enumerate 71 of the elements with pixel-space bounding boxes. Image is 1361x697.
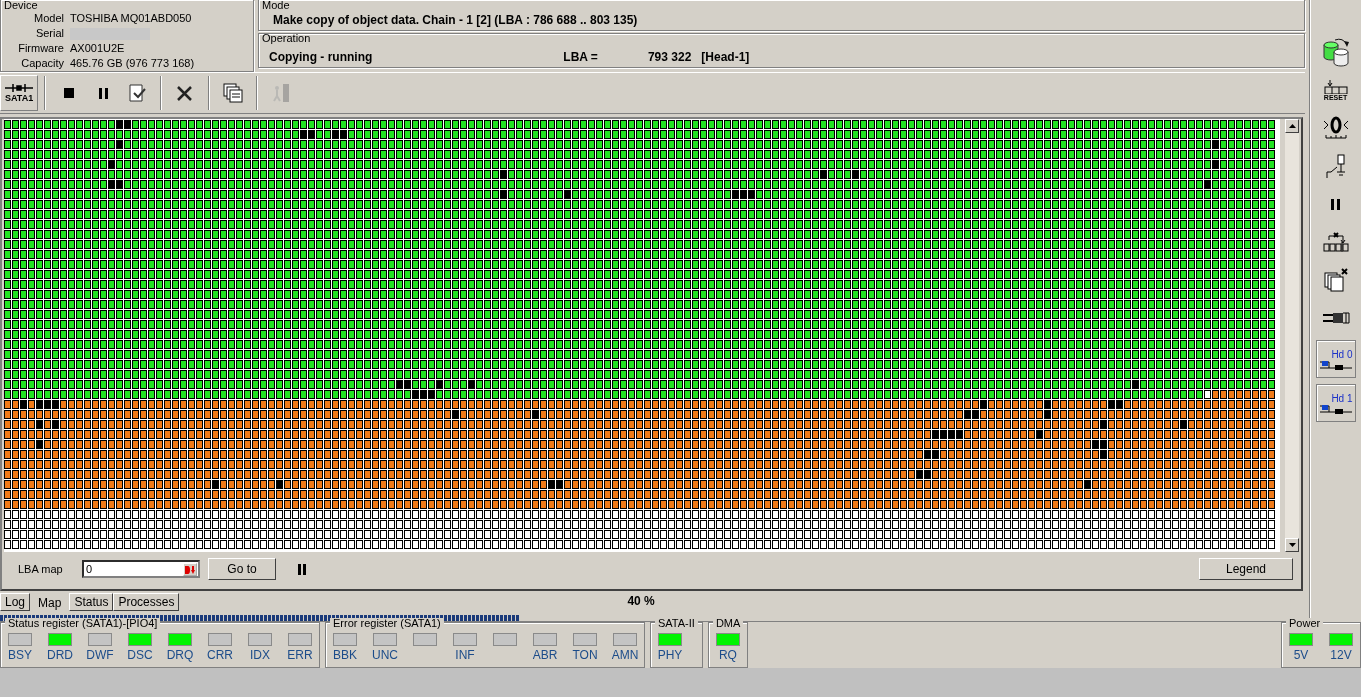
scroll-up-icon[interactable] [1288,124,1296,128]
indicator-label: BBK [333,648,357,662]
indicator-label: DSC [127,648,153,662]
indicator-label: BSY [8,648,32,662]
indicator-label: CRR [207,648,233,662]
mode-text: Make copy of object data. Chain - 1 [2] (LBA : 786 688 .. 803 135) [272,12,639,27]
field-label: Firmware [17,41,64,56]
toolbar-button[interactable] [1321,36,1350,68]
scroll-down-icon[interactable] [1288,543,1296,547]
pause-icon [1331,198,1340,210]
pages-icon [1323,268,1348,292]
document-check-icon [127,83,148,103]
group-title: SATA-II [655,618,698,629]
pause-icon[interactable] [298,563,306,575]
drive-head-icon [1318,403,1353,414]
indicator-label: ERR [287,648,313,662]
head-text: [Head-1] [701,50,750,64]
lba-input-field[interactable]: 0 [82,560,200,578]
indicator-label: ABR [532,648,558,662]
indicator-label: AMN [611,648,639,662]
lba-value: 793 322 [646,50,692,64]
field-label: Serial [34,26,64,41]
field-label: Model [33,11,64,26]
field-value: AX001U2E [70,41,126,56]
dropdown-arrow-icon[interactable] [185,565,195,574]
tab[interactable]: Processes [113,593,180,611]
group-title: Power [1286,618,1324,629]
windows-icon [223,83,244,103]
indicator-label: UNC [372,648,398,662]
indicator-label: DRD [47,648,73,662]
head-button[interactable]: Hd 0 [1315,340,1356,378]
group-title: Device [3,0,39,11]
progress-percent: 40 % [627,594,655,608]
drive-head-icon [1318,359,1353,370]
database-copy-icon [1321,37,1350,67]
group-title: Error register (SATA1) [330,618,444,629]
group-title: Status register (SATA1)-[PIO4] [5,618,161,629]
scrollbar[interactable] [1285,119,1299,552]
indicator-label: 5V [1293,648,1309,662]
indicator-label: DWF [86,648,114,662]
gauge-icon [1322,116,1349,140]
connector-icon [5,83,34,93]
indicator-label: 12V [1330,648,1352,662]
pause-icon [98,87,108,99]
indicator-label: TON [572,648,598,662]
go-to-button[interactable]: Go to [208,558,276,580]
field-value: 465.76 GB (976 773 168) [70,56,196,71]
indicator-label: IDX [250,648,270,662]
counter-icon [1322,232,1349,252]
group-title: DMA [712,618,744,629]
exit-icon [272,83,291,103]
legend-button[interactable]: Legend [1199,558,1293,580]
operation-status: Copying - running [269,50,373,64]
lba-map-label: LBA map [18,563,64,575]
switch-icon [1324,153,1347,179]
tab[interactable]: Status [69,593,114,611]
lba-label: LBA = [563,50,599,64]
field-value: TOSHIBA MQ01ABD050 [70,11,193,26]
counter-icon [1323,79,1348,94]
tab[interactable]: Log [0,593,31,611]
group-title: Operation [261,33,312,44]
group-title: Mode [261,0,291,11]
stop-icon [64,88,75,98]
indicator-label: INF [455,648,475,662]
field-label: Capacity [20,56,64,71]
indicator-label: DRQ [166,648,194,662]
indicator-label: RQ [718,648,737,662]
indicator-label: PHY [657,648,683,662]
head-button[interactable]: Hd 1 [1315,384,1356,422]
port-button[interactable]: SATA1 [0,75,39,111]
connector-icon [1321,311,1350,325]
